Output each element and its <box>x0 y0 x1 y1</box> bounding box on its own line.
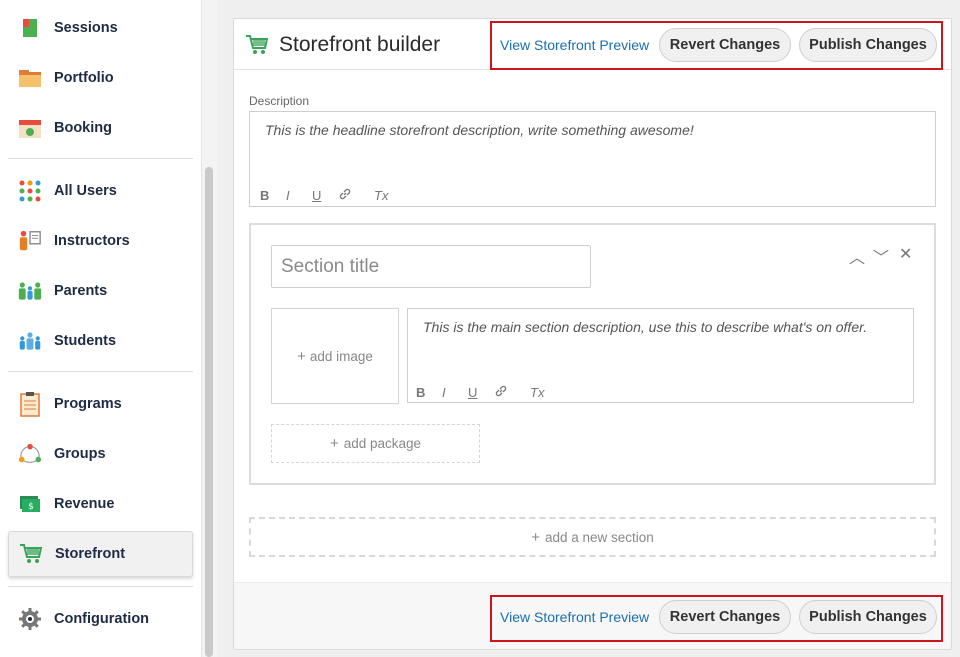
sidebar-item-students[interactable]: Students <box>8 318 193 364</box>
revert-changes-button[interactable]: Revert Changes <box>659 600 791 634</box>
groups-icon <box>18 442 42 466</box>
clear-format-button[interactable]: Tx <box>374 188 400 203</box>
view-storefront-preview-link[interactable]: View Storefront Preview <box>500 37 649 53</box>
all-users-icon <box>18 179 42 203</box>
italic-button[interactable]: I <box>286 188 312 203</box>
sidebar-divider <box>8 371 193 372</box>
sidebar-divider <box>8 158 193 159</box>
students-icon <box>18 329 42 353</box>
gear-icon <box>18 607 42 631</box>
publish-changes-button[interactable]: Publish Changes <box>799 600 937 634</box>
add-package-label: add package <box>343 436 422 451</box>
sidebar-item-booking[interactable]: Booking <box>8 105 193 151</box>
sidebar-item-label: Booking <box>54 120 112 136</box>
link-icon[interactable] <box>338 187 364 204</box>
description-placeholder: This is the headline storefront descript… <box>265 122 694 138</box>
plus-icon: + <box>329 435 339 452</box>
underline-button[interactable]: U <box>468 385 494 400</box>
add-image-button[interactable]: + add image <box>271 308 399 404</box>
bold-button[interactable]: B <box>416 385 442 400</box>
sidebar-item-label: Groups <box>54 446 106 462</box>
link-icon[interactable] <box>494 384 520 401</box>
add-section-label: add a new section <box>544 529 654 545</box>
sidebar-item-label: Storefront <box>55 546 126 562</box>
sidebar: Sessions Portfolio Booking All Users Ins… <box>0 0 201 657</box>
description-toolbar: B I U Tx <box>260 187 400 204</box>
section-description-placeholder: This is the main section description, us… <box>423 319 868 335</box>
add-section-button[interactable]: + add a new section <box>249 517 936 557</box>
sidebar-item-label: All Users <box>54 183 117 199</box>
revert-changes-button[interactable]: Revert Changes <box>659 28 791 62</box>
parents-icon <box>18 279 42 303</box>
sidebar-item-label: Parents <box>54 283 108 299</box>
description-label: Description <box>249 94 310 108</box>
sidebar-item-programs[interactable]: Programs <box>8 381 193 427</box>
add-image-label: add image <box>309 348 373 364</box>
sidebar-item-instructors[interactable]: Instructors <box>8 218 193 264</box>
sidebar-item-sessions[interactable]: Sessions <box>8 5 193 51</box>
italic-button[interactable]: I <box>442 385 468 400</box>
add-package-button[interactable]: + add package <box>271 424 480 463</box>
cart-icon <box>19 542 43 566</box>
page-title: Storefront builder <box>279 33 441 56</box>
clipboard-icon <box>18 392 42 417</box>
instructor-icon <box>18 229 42 253</box>
cart-icon <box>245 34 269 61</box>
plus-icon: + <box>531 528 540 546</box>
sidebar-item-groups[interactable]: Groups <box>8 431 193 477</box>
sidebar-item-configuration[interactable]: Configuration <box>8 596 193 642</box>
svg-text:$: $ <box>28 502 34 512</box>
sidebar-item-label: Instructors <box>54 233 130 249</box>
sidebar-item-parents[interactable]: Parents <box>8 268 193 314</box>
calendar-icon <box>18 116 42 140</box>
sidebar-item-revenue[interactable]: $ Revenue <box>8 481 193 527</box>
section-description-editor[interactable]: This is the main section description, us… <box>407 308 914 403</box>
publish-changes-button[interactable]: Publish Changes <box>799 28 937 62</box>
sidebar-item-label: Programs <box>54 396 122 412</box>
sidebar-item-label: Revenue <box>54 496 115 512</box>
plus-icon: + <box>297 347 306 365</box>
section-title-input[interactable]: Section title <box>271 245 591 288</box>
sidebar-item-label: Students <box>54 333 117 349</box>
sidebar-item-label: Configuration <box>54 611 150 627</box>
sessions-icon <box>18 16 42 40</box>
move-up-icon[interactable]: ︿ <box>849 244 865 268</box>
money-icon: $ <box>18 492 42 516</box>
sidebar-scroll-thumb[interactable] <box>205 167 213 657</box>
sidebar-item-label: Sessions <box>54 20 118 36</box>
description-editor[interactable]: This is the headline storefront descript… <box>249 111 936 207</box>
sidebar-item-portfolio[interactable]: Portfolio <box>8 55 193 101</box>
clear-format-button[interactable]: Tx <box>530 385 556 400</box>
sidebar-item-storefront[interactable]: Storefront <box>8 531 193 577</box>
underline-button[interactable]: U <box>312 188 338 203</box>
section-toolbar: B I U Tx <box>416 384 556 401</box>
sidebar-item-label: Portfolio <box>54 70 114 86</box>
close-icon[interactable]: ✕ <box>899 244 912 264</box>
view-storefront-preview-link[interactable]: View Storefront Preview <box>500 609 649 625</box>
sidebar-divider <box>8 586 193 587</box>
sidebar-item-all-users[interactable]: All Users <box>8 168 193 214</box>
move-down-icon[interactable]: ﹀ <box>873 244 889 268</box>
bold-button[interactable]: B <box>260 188 286 203</box>
folder-icon <box>18 66 42 90</box>
